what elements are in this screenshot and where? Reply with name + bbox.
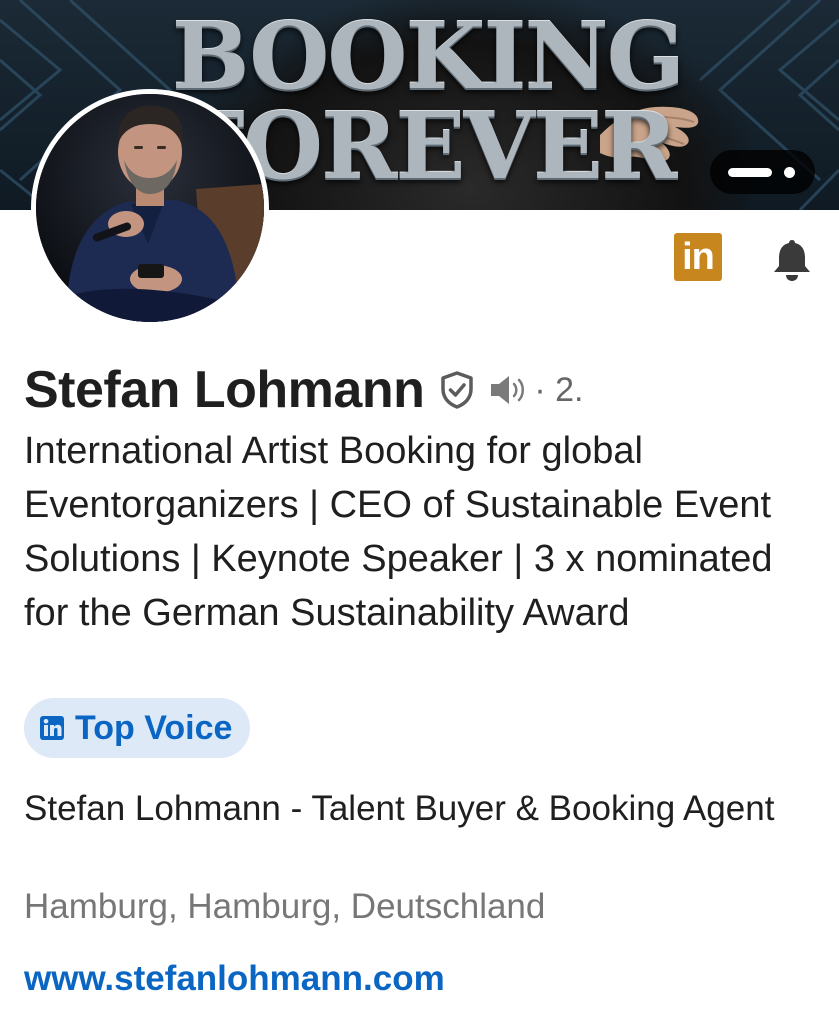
name-pronunciation-speaker-icon[interactable] — [488, 372, 528, 408]
profile-headline: International Artist Booking for global … — [24, 430, 773, 634]
name-row: Stefan Lohmann · 2. — [24, 358, 583, 422]
pager-dot-indicator — [784, 167, 795, 178]
bell-icon[interactable] — [770, 236, 814, 282]
linkedin-icon — [40, 716, 64, 740]
profile-photo — [36, 94, 264, 322]
website-link[interactable]: www.stefanlohmann.com — [24, 956, 445, 1002]
profile-page: BOOKING FOREVER in Stefan Lohmann · 2. I… — [0, 0, 839, 1024]
connection-degree: · 2. — [534, 370, 584, 409]
badge-label: Top Voice — [75, 708, 233, 747]
top-voice-badge[interactable]: Top Voice — [24, 698, 251, 758]
location-text: Hamburg, Hamburg, Deutschland — [24, 887, 546, 926]
profile-avatar[interactable] — [31, 89, 269, 327]
pager-active-indicator — [728, 168, 772, 177]
carousel-pager-icon[interactable] — [710, 150, 815, 194]
current-position[interactable]: Stefan Lohmann - Talent Buyer & Booking … — [24, 784, 804, 833]
verified-shield-icon[interactable] — [438, 370, 476, 410]
profile-name: Stefan Lohmann — [24, 361, 425, 419]
linkedin-icon[interactable]: in — [674, 233, 722, 281]
